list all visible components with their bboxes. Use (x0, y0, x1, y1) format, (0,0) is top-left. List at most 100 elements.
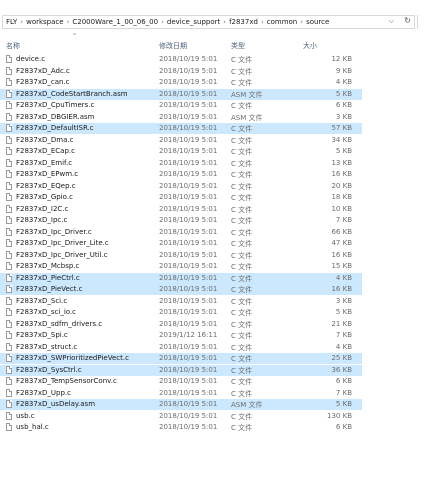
file-type: C 文件 (231, 56, 253, 64)
breadcrumb-separator-icon[interactable]: › (223, 18, 226, 26)
file-row[interactable]: F2837xD_DefaultISR.c 2018/10/19 5:01 C 文件 5… (0, 123, 362, 134)
column-header-name[interactable]: 名称 (6, 41, 20, 51)
file-size: 4 KB (335, 342, 352, 351)
file-name: F2837xD_Ipc_Driver_Util.c (16, 250, 108, 259)
file-row[interactable]: F2837xD_sci_io.c 2018/10/19 5:01 C 文件 5 KB (0, 307, 362, 318)
file-date: 2018/10/19 5:01 (159, 308, 218, 316)
file-type: C 文件 (231, 67, 253, 76)
file-type: ASM 文件 (231, 113, 263, 122)
column-header-size[interactable]: 大小 (303, 41, 317, 51)
file-date: 2018/10/19 5:01 (159, 78, 218, 86)
file-row[interactable]: F2837xD_can.c 2018/10/19 5:01 C 文件 4 KB (0, 77, 362, 88)
file-row[interactable]: F2837xD_CpuTimers.c 2018/10/19 5:01 C 文件 6 … (0, 100, 362, 111)
file-date: 2018/10/19 5:01 (159, 147, 218, 155)
file-name: F2837xD_usDelay.asm (16, 400, 96, 408)
file-type: C 文件 (231, 228, 253, 237)
address-bar[interactable]: FLY › workspace › C2000Ware_1_00_06_00 › devic… (2, 15, 415, 29)
file-size: 4 KB (335, 78, 352, 86)
file-icon (6, 388, 12, 397)
file-date: 2018/10/19 5:01 (159, 354, 218, 362)
file-row[interactable]: F2837xD_Ipc_Driver.c 2018/10/19 5:01 C 文件 6… (0, 227, 362, 238)
file-icon (6, 365, 12, 374)
file-date: 2018/10/19 5:01 (159, 319, 218, 328)
file-row[interactable]: F2837xD_SWPrioritizedPieVect.c 2018/10/19… (0, 353, 362, 364)
file-row[interactable]: F2837xD_DBGIER.asm 2018/10/19 5:01 ASM 文件 3… (0, 112, 362, 123)
chevron-down-icon[interactable]: ⌵ (389, 17, 394, 26)
search-box-edge[interactable] (417, 15, 425, 29)
file-row[interactable]: F2837xD_I2C.c 2018/10/19 5:01 C 文件 10 KB (0, 204, 362, 215)
breadcrumb-item[interactable]: common (267, 18, 298, 26)
breadcrumb-item[interactable]: source (306, 18, 329, 26)
file-date: 2018/10/19 5:01 (159, 89, 218, 98)
sort-ascending-icon: ^ (72, 33, 78, 40)
file-type: C 文件 (231, 332, 253, 340)
file-row[interactable]: F2837xD_sdfm_drivers.c 2018/10/19 5:01 C 文… (0, 319, 362, 330)
file-size: 18 KB (331, 193, 352, 201)
file-row[interactable]: F2837xD_EPwm.c 2018/10/19 5:01 C 文件 16 KB (0, 169, 362, 180)
file-size: 6 KB (335, 377, 352, 385)
breadcrumb-separator-icon[interactable]: › (300, 18, 303, 26)
breadcrumb-item[interactable]: f2837xd (229, 18, 258, 26)
file-row[interactable]: F2837xD_Ipc_Driver_Util.c 2018/10/19 5:01… (0, 250, 362, 261)
file-row[interactable]: F2837xD_SysCtrl.c 2018/10/19 5:01 C 文件 36 K… (0, 364, 362, 376)
breadcrumb-item[interactable]: device_support (167, 18, 220, 26)
file-type: C 文件 (231, 309, 253, 317)
file-row[interactable]: F2837xD_PieVect.c 2018/10/19 5:01 C 文件 16 K… (0, 284, 362, 295)
breadcrumb-separator-icon[interactable]: › (161, 18, 164, 26)
file-icon (6, 112, 12, 121)
column-header-type[interactable]: 类型 (231, 41, 245, 51)
file-row[interactable]: F2837xD_struct.c 2018/10/19 5:01 C 文件 4 KB (0, 342, 362, 353)
file-icon (6, 147, 12, 155)
file-name: F2837xD_Ipc_Driver_Lite.c (16, 239, 109, 247)
file-date: 2018/10/19 5:01 (159, 423, 218, 431)
breadcrumb-item[interactable]: FLY (6, 18, 17, 26)
file-row[interactable]: F2837xD_Sci.c 2018/10/19 5:01 C 文件 3 KB (0, 296, 362, 307)
breadcrumb-separator-icon[interactable]: › (20, 18, 23, 26)
file-type: C 文件 (231, 366, 253, 375)
file-type: C 文件 (231, 240, 253, 248)
file-name: F2837xD_can.c (16, 78, 70, 86)
file-row[interactable]: F2837xD_Spi.c 2019/1/12 16:11 C 文件 7 KB (0, 330, 362, 341)
breadcrumb-separator-icon[interactable]: › (261, 18, 264, 26)
file-icon (6, 342, 12, 351)
file-row[interactable]: F2837xD_Upp.c 2018/10/19 5:01 C 文件 7 KB (0, 388, 362, 399)
file-size: 57 KB (331, 124, 352, 132)
file-name: F2837xD_Emif.c (16, 158, 73, 167)
file-row[interactable]: F2837xD_PieCtrl.c 2018/10/19 5:01 C 文件 4 KB (0, 272, 362, 284)
file-row[interactable]: usb_hal.c 2018/10/19 5:01 C 文件 6 KB (0, 422, 362, 433)
file-size: 47 KB (331, 239, 352, 247)
file-row[interactable]: F2837xD_Mcbsp.c 2018/10/19 5:01 C 文件 15 KB (0, 261, 362, 272)
file-type: C 文件 (231, 251, 253, 260)
breadcrumb-separator-icon[interactable]: › (67, 18, 70, 26)
file-size: 16 KB (331, 250, 352, 259)
file-type: C 文件 (231, 286, 253, 294)
file-date: 2018/10/19 5:01 (159, 181, 218, 190)
file-row[interactable]: F2837xD_Ipc.c 2018/10/19 5:01 C 文件 7 KB (0, 215, 362, 226)
file-row[interactable]: F2837xD_CodeStartBranch.asm 2018/10/19 5:… (0, 88, 362, 100)
file-row[interactable]: F2837xD_Ipc_Driver_Lite.c 2018/10/19 5:01… (0, 238, 362, 249)
file-row[interactable]: device.c 2018/10/19 5:01 C 文件 12 KB (0, 54, 362, 65)
file-icon (6, 354, 12, 362)
file-type: C 文件 (231, 320, 253, 329)
breadcrumb-item[interactable]: workspace (26, 18, 63, 26)
file-size: 12 KB (331, 55, 352, 63)
file-date: 2018/10/19 5:01 (159, 55, 218, 63)
file-name: F2837xD_Mcbsp.c (16, 262, 80, 270)
file-row[interactable]: F2837xD_Adc.c 2018/10/19 5:01 C 文件 9 KB (0, 66, 362, 77)
file-name: F2837xD_Dma.c (16, 135, 74, 144)
file-row[interactable]: F2837xD_ECap.c 2018/10/19 5:01 C 文件 5 KB (0, 146, 362, 157)
file-row[interactable]: usb.c 2018/10/19 5:01 C 文件 130 KB (0, 411, 362, 422)
file-row[interactable]: F2837xD_Emif.c 2018/10/19 5:01 C 文件 13 KB (0, 158, 362, 169)
file-row[interactable]: F2837xD_EQep.c 2018/10/19 5:01 C 文件 20 KB (0, 181, 362, 192)
file-row[interactable]: F2837xD_TempSensorConv.c 2018/10/19 5:01 C… (0, 376, 362, 387)
file-icon (6, 216, 12, 224)
breadcrumb-item[interactable]: C2000Ware_1_00_06_00 (72, 18, 158, 26)
refresh-icon[interactable]: ↻ (404, 16, 411, 25)
file-row[interactable]: F2837xD_usDelay.asm 2018/10/19 5:01 ASM 文件… (0, 399, 362, 410)
file-date: 2018/10/19 5:01 (159, 342, 218, 351)
file-row[interactable]: F2837xD_Dma.c 2018/10/19 5:01 C 文件 34 KB (0, 135, 362, 146)
file-icon (6, 411, 12, 420)
file-row[interactable]: F2837xD_Gpio.c 2018/10/19 5:01 C 文件 18 KB (0, 192, 362, 203)
column-header-date[interactable]: 修改日期 (159, 41, 187, 51)
file-size: 16 KB (331, 170, 352, 178)
